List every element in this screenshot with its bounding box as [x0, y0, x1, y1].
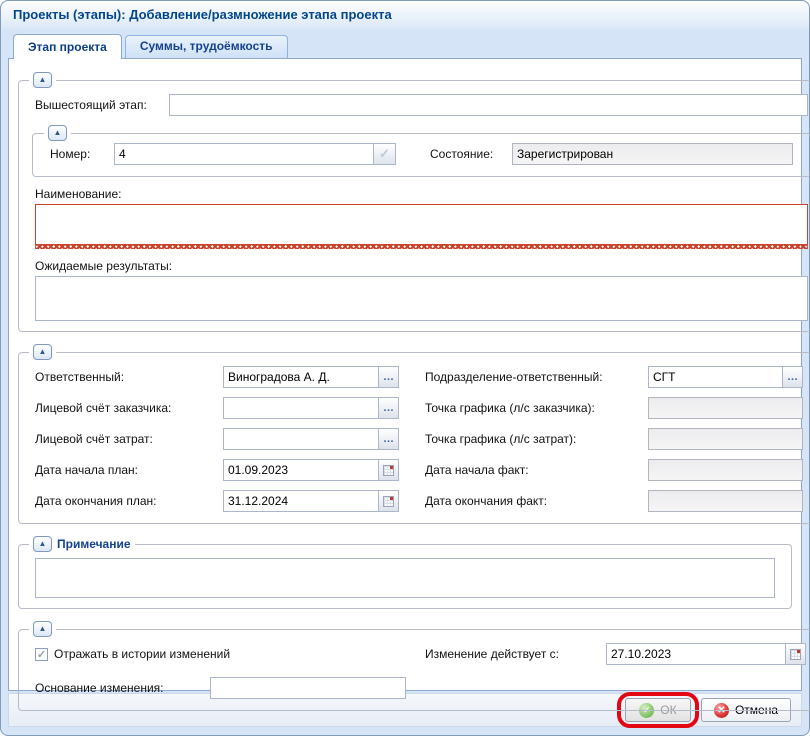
name-textarea[interactable] — [35, 204, 808, 245]
cost-account-label: Лицевой счёт затрат: — [35, 432, 223, 446]
end-date-fact-input — [648, 490, 803, 512]
check-icon: ✓ — [379, 146, 390, 162]
department-input[interactable] — [648, 366, 783, 388]
collapse-toggle-history[interactable]: ▲ — [33, 621, 52, 637]
ellipsis-icon: … — [787, 372, 798, 382]
dialog-window: Проекты (этапы): Добавление/размножение … — [0, 0, 810, 736]
chevron-up-icon: ▲ — [39, 347, 47, 356]
ellipsis-icon: … — [383, 434, 394, 444]
state-input — [512, 143, 793, 165]
department-lookup-button[interactable]: … — [783, 366, 803, 388]
customer-account-input[interactable] — [223, 397, 379, 419]
number-input[interactable] — [114, 143, 374, 165]
chevron-up-icon: ▲ — [39, 539, 47, 548]
calendar-icon — [790, 649, 801, 660]
number-trigger-button[interactable]: ✓ — [374, 143, 396, 165]
fieldset-main: ▲ Вышестоящий этап: ▲ Номер: ✓ Состояние… — [18, 72, 810, 332]
chevron-up-icon: ▲ — [39, 75, 47, 84]
fieldset-details: ▲ Ответственный: … Подразделение-ответст… — [18, 344, 810, 524]
collapse-toggle-note[interactable]: ▲ — [33, 536, 52, 552]
cost-schedule-point-label: Точка графика (л/с затрат): — [425, 432, 648, 446]
ellipsis-icon: … — [383, 372, 394, 382]
note-field — [35, 558, 775, 598]
change-reason-label: Основание изменения: — [35, 681, 210, 695]
note-textarea[interactable] — [35, 558, 775, 598]
end-date-plan-label: Дата окончания план: — [35, 494, 223, 508]
collapse-toggle-number[interactable]: ▲ — [48, 125, 67, 141]
cost-account-input[interactable] — [223, 428, 379, 450]
chevron-up-icon: ▲ — [39, 624, 47, 633]
customer-account-label: Лицевой счёт заказчика: — [35, 401, 223, 415]
tab-strip: Этап проекта Суммы, трудоёмкость — [10, 31, 800, 58]
chevron-up-icon: ▲ — [54, 128, 62, 137]
change-reason-input[interactable] — [210, 677, 406, 699]
change-effective-picker-button[interactable] — [786, 643, 806, 665]
expected-results-textarea[interactable] — [35, 276, 808, 321]
department-label: Подразделение-ответственный: — [425, 370, 648, 384]
calendar-icon — [383, 496, 394, 507]
start-date-fact-input — [648, 459, 803, 481]
state-label: Состояние: — [430, 147, 512, 161]
responsible-input[interactable] — [223, 366, 379, 388]
responsible-lookup-button[interactable]: … — [379, 366, 399, 388]
customer-schedule-point-input — [648, 397, 803, 419]
parent-stage-input[interactable] — [169, 94, 808, 116]
expected-results-label: Ожидаемые результаты: — [35, 259, 808, 273]
cost-schedule-point-input — [648, 428, 803, 450]
start-date-fact-label: Дата начала факт: — [425, 463, 648, 477]
change-effective-input[interactable] — [606, 643, 786, 665]
ellipsis-icon: … — [383, 403, 394, 413]
collapse-toggle-main[interactable]: ▲ — [33, 72, 52, 88]
tab-panel-body: ▲ Вышестоящий этап: ▲ Номер: ✓ Состояние… — [8, 58, 802, 691]
start-date-plan-label: Дата начала план: — [35, 463, 223, 477]
end-date-plan-input[interactable] — [223, 490, 379, 512]
change-effective-label: Изменение действует с: — [425, 647, 606, 661]
responsible-label: Ответственный: — [35, 370, 223, 384]
window-title: Проекты (этапы): Добавление/размножение … — [1, 1, 809, 29]
fieldset-history: ▲ ✓ Отражать в истории изменений Изменен… — [18, 621, 810, 711]
number-label: Номер: — [50, 147, 114, 161]
name-field-invalid — [35, 204, 808, 249]
fieldset-note: ▲ Примечание — [18, 536, 792, 609]
end-date-fact-label: Дата окончания факт: — [425, 494, 648, 508]
cost-account-lookup-button[interactable]: … — [379, 428, 399, 450]
collapse-toggle-details[interactable]: ▲ — [33, 344, 52, 360]
name-label: Наименование: — [35, 187, 808, 201]
checkbox-check-icon: ✓ — [37, 648, 46, 661]
start-date-plan-picker-button[interactable] — [379, 459, 399, 481]
parent-stage-label: Вышестоящий этап: — [35, 98, 169, 112]
history-checkbox[interactable]: ✓ — [35, 648, 48, 661]
note-legend: Примечание — [57, 537, 131, 551]
customer-schedule-point-label: Точка графика (л/с заказчика): — [425, 401, 648, 415]
expected-results-field — [35, 276, 808, 321]
calendar-icon — [383, 465, 394, 476]
tab-project-stage[interactable]: Этап проекта — [13, 34, 122, 59]
fieldset-number-state: ▲ Номер: ✓ Состояние: — [32, 125, 810, 177]
history-checkbox-label: Отражать в истории изменений — [54, 647, 230, 661]
end-date-plan-picker-button[interactable] — [379, 490, 399, 512]
invalid-underline — [35, 245, 808, 249]
tab-sums-labor[interactable]: Суммы, трудоёмкость — [125, 35, 288, 58]
start-date-plan-input[interactable] — [223, 459, 379, 481]
customer-account-lookup-button[interactable]: … — [379, 397, 399, 419]
